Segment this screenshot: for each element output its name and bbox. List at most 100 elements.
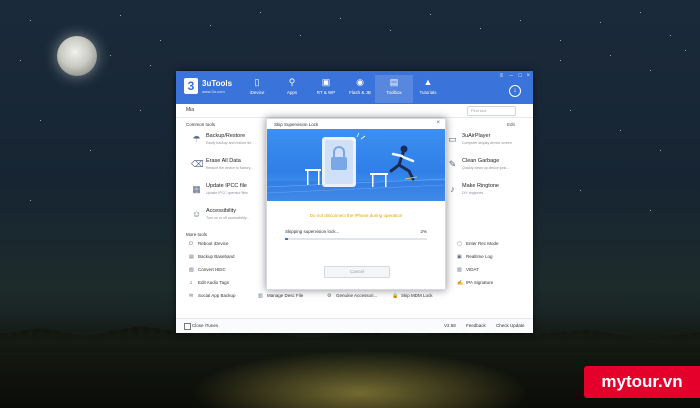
more-tool-realtime-log[interactable]: ▣ Realtime Log — [457, 254, 493, 260]
star — [300, 35, 301, 36]
tool-backup-restore[interactable]: ☂ Backup/Restore Easily backup and resto… — [191, 132, 271, 152]
app-brand-sub: www.3u.com — [202, 89, 225, 94]
nav-apps[interactable]: ⚲ Apps — [273, 75, 311, 103]
star — [150, 65, 151, 66]
star — [120, 15, 121, 16]
minimize-icon[interactable]: – — [510, 73, 513, 79]
feedback-link[interactable]: Feedback — [466, 323, 486, 328]
close-itunes-checkbox[interactable] — [184, 322, 191, 330]
more-tool-vidat[interactable]: ▨ VIDAT — [457, 267, 479, 273]
more-tool-label: Backup Baseband — [198, 254, 235, 259]
app-brand: 3uTools — [202, 79, 233, 88]
tool-3uairplayer[interactable]: ▭ 3uAirPlayer Computer display device sc… — [447, 132, 527, 152]
star — [480, 28, 481, 29]
star — [560, 40, 561, 41]
more-tool-convert-heic[interactable]: ▧ Convert HEIC — [189, 267, 226, 273]
version-label: V2.58 — [444, 323, 456, 328]
tool-make-ringtone[interactable]: ♪ Make Ringtone DIY ringtones — [447, 182, 527, 202]
more-tool-skip-mdm-lock[interactable]: 🔒 Skip MDM Lock — [392, 293, 433, 299]
log-icon: ▣ — [457, 254, 462, 260]
nav-label: RT & WP — [316, 90, 336, 95]
menu-icon[interactable]: ≡ — [499, 73, 503, 79]
phone-icon: ▯ — [254, 77, 260, 87]
toolbox-icon: ▤ — [389, 77, 399, 87]
moon — [57, 36, 97, 76]
more-tool-label: Reboot iDevice — [198, 241, 229, 246]
lock-icon: 🔒 — [392, 293, 399, 299]
star — [340, 18, 341, 19]
star — [110, 55, 111, 56]
tool-accessibility[interactable]: ☺ Accessibility Turn on or off accessibi… — [191, 207, 271, 227]
more-tool-label: Realtime Log — [466, 254, 493, 259]
tool-desc: Easily backup and restore de... — [206, 141, 255, 145]
tool-name: Update IPCC file — [206, 183, 247, 189]
close-itunes-label: Close iTunes — [192, 323, 219, 328]
check-update-link[interactable]: Check Update — [496, 323, 525, 328]
device-bar: Mia Find tool — [176, 104, 533, 118]
nav-rt-wp[interactable]: ▣ RT & WP — [307, 75, 345, 103]
more-tool-label: Skip MDM Lock — [401, 293, 433, 298]
star — [600, 22, 601, 23]
tool-desc: Update IPCC operator files — [206, 191, 248, 195]
nav-idevice[interactable]: ▯ iDevice — [238, 75, 276, 103]
star — [620, 130, 621, 131]
dialog-illustration — [267, 129, 445, 201]
more-tool-enter-rec-mode[interactable]: ▢ Enter Rec Mode — [457, 241, 499, 247]
file-icon: ▥ — [258, 293, 263, 299]
cancel-button[interactable]: Cancel — [324, 266, 390, 278]
download-icon[interactable]: ↓ — [509, 85, 521, 97]
more-tool-label: Genuine Accessori... — [336, 293, 378, 298]
progress-bar — [285, 238, 427, 240]
more-tool-social-app-backup[interactable]: ✉ Social App Backup — [189, 293, 236, 299]
nav-label: Apps — [286, 90, 298, 95]
app-logo-icon: 3 — [184, 78, 198, 94]
device-name[interactable]: Mia — [186, 107, 194, 113]
tool-clean-garbage[interactable]: ✎ Clean Garbage Quickly clean up device … — [447, 157, 527, 177]
nav-label: Tutorials — [419, 90, 437, 95]
star — [430, 14, 431, 15]
more-tool-label: VIDAT — [466, 267, 479, 272]
star — [660, 150, 661, 151]
star — [260, 12, 261, 13]
hurdle-illustration — [267, 132, 445, 201]
edit-link[interactable]: Edit — [507, 122, 515, 127]
maximize-icon[interactable]: □ — [518, 73, 522, 79]
star — [640, 12, 641, 13]
ringtone-icon: ▣ — [321, 77, 331, 87]
power-icon: ⏻ — [189, 241, 193, 247]
dialog-warning-text: Do not disconnect the iPhone during oper… — [309, 213, 403, 218]
more-tool-edit-audio-tags[interactable]: ♫ Edit Audio Tags — [189, 280, 229, 286]
nav-toolbox[interactable]: ▤ Toolbox — [375, 75, 413, 103]
window-close-icon[interactable]: × — [526, 73, 530, 79]
more-tool-backup-baseband[interactable]: ▤ Backup Baseband — [189, 254, 235, 260]
tag-icon: ♫ — [189, 280, 193, 286]
star — [30, 200, 31, 201]
more-tool-manage-desc-file[interactable]: ▥ Manage Desc File — [258, 293, 303, 299]
nav-flash-jb[interactable]: ◉ Flash & JB — [341, 75, 379, 103]
more-tool-label: Enter Rec Mode — [466, 241, 499, 246]
dialog-close-icon[interactable]: × — [436, 120, 440, 126]
star — [20, 60, 21, 61]
tool-update-ipcc[interactable]: ▦ Update IPCC file Update IPCC operator … — [191, 182, 271, 202]
skip-supervision-dialog: Skip Supervision Lock × Do not disconnec… — [266, 118, 446, 290]
tool-name: Clean Garbage — [462, 158, 500, 164]
tool-erase-all-data[interactable]: ⌫ Erase All Data Reduce the device to fa… — [191, 157, 271, 177]
nav-tutorials[interactable]: ▲ Tutorials — [409, 75, 447, 103]
nav-label: Toolbox — [386, 90, 402, 95]
tool-desc: Computer display device screen — [462, 141, 512, 145]
star — [610, 55, 611, 56]
more-tool-label: Manage Desc File — [267, 293, 304, 298]
more-tool-genuine-accessories[interactable]: ⚙ Genuine Accessori... — [327, 293, 377, 299]
star — [160, 40, 161, 41]
status-bar: Close iTunes V2.58 Feedback Check Update — [176, 318, 533, 333]
find-tool-input[interactable]: Find tool — [467, 106, 516, 116]
accessory-icon: ⚙ — [327, 293, 332, 299]
more-tools-title: More tools — [186, 232, 208, 237]
star — [90, 150, 91, 151]
star — [650, 210, 651, 211]
more-tool-reboot[interactable]: ⏻ Reboot iDevice — [189, 241, 229, 247]
more-tool-ipa-signature[interactable]: ✍ IPA Signature — [457, 280, 493, 286]
more-tool-label: Social App Backup — [198, 293, 236, 298]
more-tool-label: Edit Audio Tags — [198, 280, 229, 285]
app-topbar: 3 3uTools www.3u.com ▯ iDevice ⚲ Apps ▣ … — [176, 71, 533, 104]
